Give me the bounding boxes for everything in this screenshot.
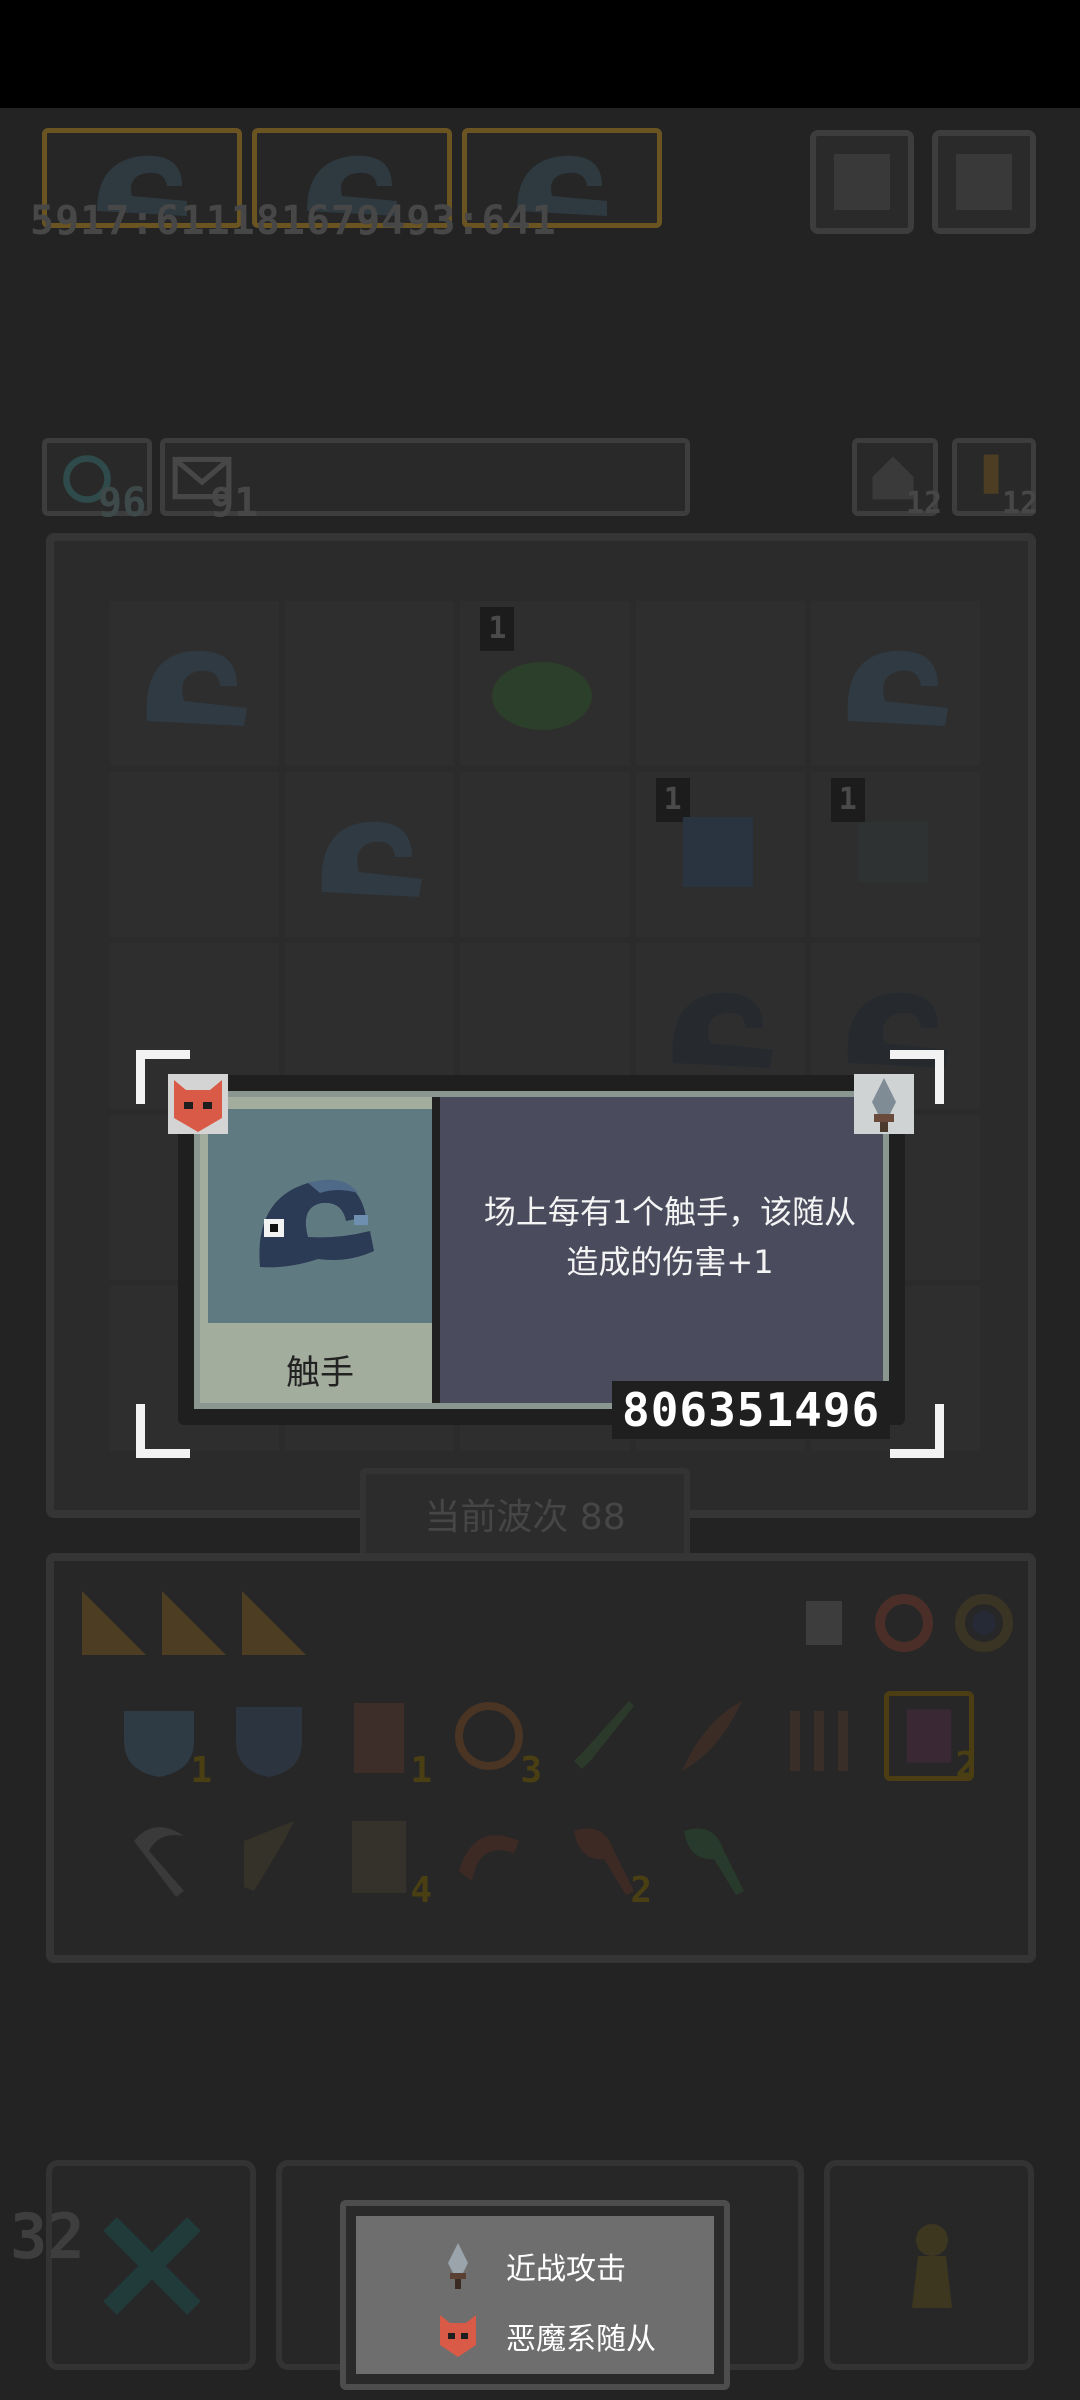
board-cell[interactable]	[810, 601, 980, 767]
board-cell[interactable]: 1	[635, 772, 805, 938]
melee-sword-icon	[854, 1074, 914, 1134]
settings-button[interactable]	[932, 130, 1036, 234]
chip-key-count: 12	[1002, 486, 1039, 521]
tab-triangle-icon[interactable]	[162, 1591, 226, 1655]
spider-icon	[857, 822, 928, 883]
chip-envelope-count: 91	[210, 480, 259, 526]
item-count: 2	[955, 1745, 977, 1786]
legend-tooltip: 近战攻击 恶魔系随从	[340, 2200, 730, 2390]
barrel-icon[interactable]: 1	[334, 1691, 432, 1791]
tentacle-icon	[259, 1179, 374, 1268]
unit-serial-number: 806351496	[612, 1381, 891, 1439]
item-count: 1	[190, 1750, 212, 1791]
help-button[interactable]	[810, 130, 914, 234]
feather-icon[interactable]	[664, 1691, 754, 1781]
legend-item-melee: 近战攻击	[436, 2236, 626, 2296]
pawn-icon	[912, 2224, 952, 2308]
scroll-icon[interactable]: 2	[884, 1691, 977, 1786]
unit-name: 触手	[286, 1353, 354, 1393]
description-line-2: 造成的伤害+1	[566, 1243, 774, 1281]
inventory-row-2: 4 2	[114, 1811, 754, 1911]
unit-info-panel[interactable]: 触手 场上每有1个触手，该随从 造成的伤害+1	[178, 1075, 905, 1425]
slime-icon	[492, 662, 593, 730]
inventory-tabs	[82, 1591, 306, 1655]
trident-icon[interactable]	[774, 1691, 864, 1781]
green-axe-icon[interactable]	[664, 1811, 754, 1901]
pawn-button[interactable]	[824, 2160, 1034, 2370]
sword-icon[interactable]	[554, 1691, 644, 1781]
tab-triangle-icon[interactable]	[82, 1591, 146, 1655]
unit-portrait	[208, 1109, 432, 1323]
shield-icon[interactable]	[224, 1691, 314, 1781]
bottom-counter: 32	[10, 2200, 85, 2273]
board-cell[interactable]	[285, 601, 455, 767]
close-icon	[103, 2217, 201, 2315]
unit-description: 场上每有1个触手，该随从 造成的伤害+1	[450, 1187, 890, 1287]
help-icon	[834, 154, 890, 210]
spirit-icon	[682, 817, 753, 888]
board-cell[interactable]: 1	[810, 772, 980, 938]
inventory-filters	[792, 1591, 1016, 1655]
unit-info-inner: 触手 场上每有1个触手，该随从 造成的伤害+1	[194, 1091, 889, 1409]
ring-icon[interactable]: 3	[444, 1691, 542, 1791]
demon-mask-icon	[168, 1074, 228, 1134]
gear-icon	[956, 154, 1012, 210]
chip-teal-count: 96	[98, 480, 147, 526]
unit-portrait-column: 触手	[200, 1097, 440, 1403]
item-count: 4	[410, 1870, 432, 1911]
top-stats-numbers: 5917:611181679493:641	[30, 198, 557, 244]
tentacle-icon	[847, 650, 948, 726]
boomerang-icon[interactable]	[444, 1811, 534, 1901]
board-cell[interactable]	[110, 772, 280, 938]
legend-label: 近战攻击	[506, 2252, 626, 2287]
inventory-row-1: 1 1 3 2	[114, 1691, 977, 1791]
inventory-panel: 1 1 3 2 4 2	[46, 1553, 1036, 1963]
tentacle-icon	[321, 821, 423, 898]
chip-house-count: 12	[906, 486, 943, 521]
blue-ring-icon[interactable]	[952, 1591, 1016, 1655]
board-cell[interactable]: 1	[460, 601, 630, 767]
demon-mask-icon	[440, 2315, 476, 2357]
item-count: 3	[520, 1750, 542, 1791]
item-count: 1	[410, 1750, 432, 1791]
sickle-icon[interactable]	[114, 1811, 204, 1901]
description-line-1: 场上每有1个触手，该随从	[483, 1193, 857, 1231]
board-cell[interactable]	[635, 601, 805, 767]
melee-sword-icon	[448, 2243, 468, 2289]
heart-shield-icon[interactable]: 1	[114, 1691, 212, 1791]
board-cell[interactable]	[110, 601, 280, 767]
monster-filter-icon[interactable]	[792, 1591, 856, 1655]
legend-inner: 近战攻击 恶魔系随从	[356, 2216, 714, 2374]
tentacle-icon	[146, 650, 247, 726]
axe-icon[interactable]: 2	[554, 1811, 652, 1911]
board-cell[interactable]	[460, 772, 630, 938]
legend-item-demon: 恶魔系随从	[436, 2306, 656, 2366]
tab-triangle-icon[interactable]	[242, 1591, 306, 1655]
item-count: 2	[630, 1870, 652, 1911]
slingshot-icon[interactable]	[224, 1811, 314, 1901]
map-icon[interactable]: 4	[334, 1811, 432, 1911]
fire-ring-icon[interactable]	[872, 1591, 936, 1655]
legend-label: 恶魔系随从	[506, 2322, 656, 2357]
board-cell[interactable]	[285, 772, 455, 938]
status-bar	[0, 0, 1080, 108]
